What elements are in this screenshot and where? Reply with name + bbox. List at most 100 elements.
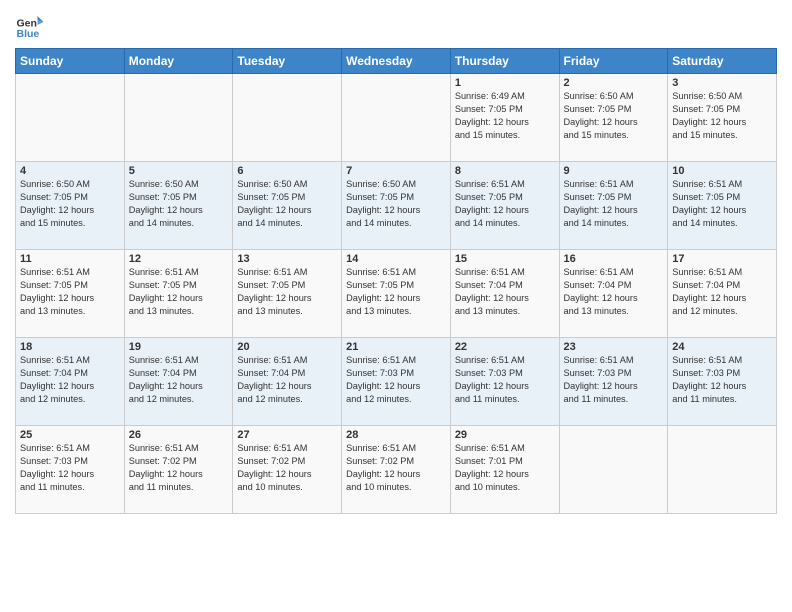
day-number: 7 bbox=[346, 165, 446, 177]
calendar-header: SundayMondayTuesdayWednesdayThursdayFrid… bbox=[16, 49, 777, 74]
day-cell: 18Sunrise: 6:51 AM Sunset: 7:04 PM Dayli… bbox=[16, 338, 125, 426]
day-cell bbox=[124, 74, 233, 162]
day-number: 11 bbox=[20, 253, 120, 265]
day-info: Sunrise: 6:51 AM Sunset: 7:04 PM Dayligh… bbox=[455, 266, 555, 318]
day-cell: 2Sunrise: 6:50 AM Sunset: 7:05 PM Daylig… bbox=[559, 74, 668, 162]
day-info: Sunrise: 6:51 AM Sunset: 7:04 PM Dayligh… bbox=[564, 266, 664, 318]
day-cell: 20Sunrise: 6:51 AM Sunset: 7:04 PM Dayli… bbox=[233, 338, 342, 426]
day-number: 10 bbox=[672, 165, 772, 177]
day-number: 4 bbox=[20, 165, 120, 177]
day-number: 18 bbox=[20, 341, 120, 353]
header-day-monday: Monday bbox=[124, 49, 233, 74]
day-number: 25 bbox=[20, 429, 120, 441]
day-info: Sunrise: 6:51 AM Sunset: 7:03 PM Dayligh… bbox=[455, 354, 555, 406]
day-cell: 13Sunrise: 6:51 AM Sunset: 7:05 PM Dayli… bbox=[233, 250, 342, 338]
header-day-tuesday: Tuesday bbox=[233, 49, 342, 74]
day-info: Sunrise: 6:51 AM Sunset: 7:05 PM Dayligh… bbox=[129, 266, 229, 318]
day-info: Sunrise: 6:51 AM Sunset: 7:02 PM Dayligh… bbox=[129, 442, 229, 494]
day-cell bbox=[16, 74, 125, 162]
day-info: Sunrise: 6:51 AM Sunset: 7:05 PM Dayligh… bbox=[20, 266, 120, 318]
day-number: 24 bbox=[672, 341, 772, 353]
day-info: Sunrise: 6:50 AM Sunset: 7:05 PM Dayligh… bbox=[20, 178, 120, 230]
day-number: 29 bbox=[455, 429, 555, 441]
day-number: 22 bbox=[455, 341, 555, 353]
day-cell: 19Sunrise: 6:51 AM Sunset: 7:04 PM Dayli… bbox=[124, 338, 233, 426]
header-day-friday: Friday bbox=[559, 49, 668, 74]
svg-text:Blue: Blue bbox=[17, 28, 40, 40]
day-cell: 12Sunrise: 6:51 AM Sunset: 7:05 PM Dayli… bbox=[124, 250, 233, 338]
day-info: Sunrise: 6:51 AM Sunset: 7:01 PM Dayligh… bbox=[455, 442, 555, 494]
day-cell: 25Sunrise: 6:51 AM Sunset: 7:03 PM Dayli… bbox=[16, 426, 125, 514]
day-info: Sunrise: 6:51 AM Sunset: 7:02 PM Dayligh… bbox=[237, 442, 337, 494]
day-info: Sunrise: 6:51 AM Sunset: 7:03 PM Dayligh… bbox=[20, 442, 120, 494]
day-cell: 3Sunrise: 6:50 AM Sunset: 7:05 PM Daylig… bbox=[668, 74, 777, 162]
day-cell: 23Sunrise: 6:51 AM Sunset: 7:03 PM Dayli… bbox=[559, 338, 668, 426]
day-cell: 15Sunrise: 6:51 AM Sunset: 7:04 PM Dayli… bbox=[450, 250, 559, 338]
header-day-sunday: Sunday bbox=[16, 49, 125, 74]
day-cell: 6Sunrise: 6:50 AM Sunset: 7:05 PM Daylig… bbox=[233, 162, 342, 250]
page: Gen Blue SundayMondayTuesdayWednesdayThu… bbox=[0, 0, 792, 612]
day-cell: 22Sunrise: 6:51 AM Sunset: 7:03 PM Dayli… bbox=[450, 338, 559, 426]
day-cell: 14Sunrise: 6:51 AM Sunset: 7:05 PM Dayli… bbox=[342, 250, 451, 338]
day-info: Sunrise: 6:50 AM Sunset: 7:05 PM Dayligh… bbox=[237, 178, 337, 230]
day-number: 6 bbox=[237, 165, 337, 177]
day-number: 17 bbox=[672, 253, 772, 265]
day-number: 15 bbox=[455, 253, 555, 265]
logo: Gen Blue bbox=[15, 10, 49, 40]
day-number: 27 bbox=[237, 429, 337, 441]
day-info: Sunrise: 6:51 AM Sunset: 7:05 PM Dayligh… bbox=[672, 178, 772, 230]
day-cell: 17Sunrise: 6:51 AM Sunset: 7:04 PM Dayli… bbox=[668, 250, 777, 338]
header-day-thursday: Thursday bbox=[450, 49, 559, 74]
day-number: 16 bbox=[564, 253, 664, 265]
calendar-table: SundayMondayTuesdayWednesdayThursdayFrid… bbox=[15, 48, 777, 514]
day-number: 23 bbox=[564, 341, 664, 353]
week-row-1: 4Sunrise: 6:50 AM Sunset: 7:05 PM Daylig… bbox=[16, 162, 777, 250]
day-info: Sunrise: 6:51 AM Sunset: 7:02 PM Dayligh… bbox=[346, 442, 446, 494]
calendar-body: 1Sunrise: 6:49 AM Sunset: 7:05 PM Daylig… bbox=[16, 74, 777, 514]
day-number: 2 bbox=[564, 77, 664, 89]
week-row-2: 11Sunrise: 6:51 AM Sunset: 7:05 PM Dayli… bbox=[16, 250, 777, 338]
day-cell: 10Sunrise: 6:51 AM Sunset: 7:05 PM Dayli… bbox=[668, 162, 777, 250]
week-row-3: 18Sunrise: 6:51 AM Sunset: 7:04 PM Dayli… bbox=[16, 338, 777, 426]
header-day-saturday: Saturday bbox=[668, 49, 777, 74]
day-number: 9 bbox=[564, 165, 664, 177]
day-info: Sunrise: 6:51 AM Sunset: 7:04 PM Dayligh… bbox=[129, 354, 229, 406]
day-info: Sunrise: 6:50 AM Sunset: 7:05 PM Dayligh… bbox=[672, 90, 772, 142]
day-cell: 29Sunrise: 6:51 AM Sunset: 7:01 PM Dayli… bbox=[450, 426, 559, 514]
day-number: 26 bbox=[129, 429, 229, 441]
day-cell bbox=[233, 74, 342, 162]
day-info: Sunrise: 6:51 AM Sunset: 7:05 PM Dayligh… bbox=[455, 178, 555, 230]
day-cell bbox=[342, 74, 451, 162]
header: Gen Blue bbox=[15, 10, 777, 40]
day-cell: 26Sunrise: 6:51 AM Sunset: 7:02 PM Dayli… bbox=[124, 426, 233, 514]
day-info: Sunrise: 6:51 AM Sunset: 7:05 PM Dayligh… bbox=[237, 266, 337, 318]
header-day-wednesday: Wednesday bbox=[342, 49, 451, 74]
day-number: 5 bbox=[129, 165, 229, 177]
header-row: SundayMondayTuesdayWednesdayThursdayFrid… bbox=[16, 49, 777, 74]
day-number: 12 bbox=[129, 253, 229, 265]
day-cell: 4Sunrise: 6:50 AM Sunset: 7:05 PM Daylig… bbox=[16, 162, 125, 250]
week-row-0: 1Sunrise: 6:49 AM Sunset: 7:05 PM Daylig… bbox=[16, 74, 777, 162]
day-cell: 1Sunrise: 6:49 AM Sunset: 7:05 PM Daylig… bbox=[450, 74, 559, 162]
day-info: Sunrise: 6:49 AM Sunset: 7:05 PM Dayligh… bbox=[455, 90, 555, 142]
day-info: Sunrise: 6:51 AM Sunset: 7:05 PM Dayligh… bbox=[346, 266, 446, 318]
day-info: Sunrise: 6:51 AM Sunset: 7:04 PM Dayligh… bbox=[20, 354, 120, 406]
day-number: 1 bbox=[455, 77, 555, 89]
day-number: 28 bbox=[346, 429, 446, 441]
day-cell bbox=[668, 426, 777, 514]
day-info: Sunrise: 6:51 AM Sunset: 7:03 PM Dayligh… bbox=[346, 354, 446, 406]
day-info: Sunrise: 6:51 AM Sunset: 7:03 PM Dayligh… bbox=[564, 354, 664, 406]
day-number: 3 bbox=[672, 77, 772, 89]
day-info: Sunrise: 6:51 AM Sunset: 7:05 PM Dayligh… bbox=[564, 178, 664, 230]
day-cell: 27Sunrise: 6:51 AM Sunset: 7:02 PM Dayli… bbox=[233, 426, 342, 514]
day-number: 20 bbox=[237, 341, 337, 353]
day-cell: 24Sunrise: 6:51 AM Sunset: 7:03 PM Dayli… bbox=[668, 338, 777, 426]
day-cell: 28Sunrise: 6:51 AM Sunset: 7:02 PM Dayli… bbox=[342, 426, 451, 514]
day-info: Sunrise: 6:51 AM Sunset: 7:04 PM Dayligh… bbox=[237, 354, 337, 406]
day-info: Sunrise: 6:50 AM Sunset: 7:05 PM Dayligh… bbox=[564, 90, 664, 142]
day-info: Sunrise: 6:51 AM Sunset: 7:03 PM Dayligh… bbox=[672, 354, 772, 406]
week-row-4: 25Sunrise: 6:51 AM Sunset: 7:03 PM Dayli… bbox=[16, 426, 777, 514]
day-cell bbox=[559, 426, 668, 514]
logo-icon: Gen Blue bbox=[15, 10, 45, 40]
day-cell: 9Sunrise: 6:51 AM Sunset: 7:05 PM Daylig… bbox=[559, 162, 668, 250]
